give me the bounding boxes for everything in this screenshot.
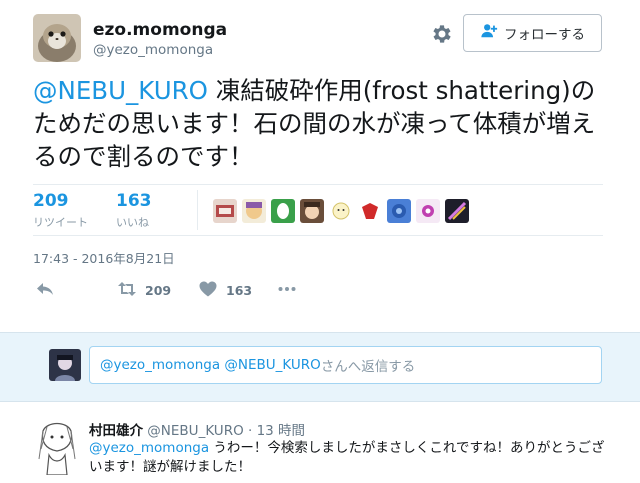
stats-separator	[197, 190, 198, 230]
gear-icon[interactable]	[430, 22, 454, 46]
liker-avatar[interactable]	[445, 199, 469, 223]
more-icon	[277, 279, 297, 302]
retweets-stat[interactable]: 209 リツイート	[33, 191, 88, 230]
avatar[interactable]	[33, 419, 81, 475]
likes-label: いいね	[116, 216, 149, 229]
retweets-count: 209	[33, 191, 69, 211]
username[interactable]: @yezo_momonga	[93, 42, 213, 58]
timestamp[interactable]: 17:43 - 2016年8月21日	[33, 248, 175, 267]
liker-avatar[interactable]	[271, 199, 295, 223]
retweet-button[interactable]: 209	[117, 279, 171, 302]
follow-label: フォローする	[504, 27, 585, 43]
retweets-label: リツイート	[33, 216, 88, 229]
liker-avatar[interactable]	[416, 199, 440, 223]
follow-button[interactable]: フォローする	[463, 14, 602, 52]
tweet-mention[interactable]: @NEBU_KURO	[33, 76, 208, 105]
avatar	[49, 349, 81, 381]
divider	[33, 235, 603, 236]
reply-placeholder: さんへ返信する	[320, 359, 416, 375]
liker-avatar[interactable]	[387, 199, 411, 223]
tweet-text: @NEBU_KURO 凍結破砕作用(frost shattering)のためだの…	[33, 74, 608, 173]
heart-icon	[198, 279, 218, 302]
reply-header: 村田雄介 @NEBU_KURO · 13 時間	[89, 419, 305, 439]
avatar[interactable]	[33, 14, 81, 62]
reply-icon	[35, 279, 55, 302]
liker-avatar[interactable]	[358, 199, 382, 223]
retweet-count: 209	[145, 283, 172, 298]
display-name[interactable]: ezo.momonga	[93, 20, 227, 40]
reply-button[interactable]	[35, 279, 55, 302]
reply-author-name[interactable]: 村田雄介	[89, 423, 143, 439]
reply-author-handle[interactable]: @NEBU_KURO · 13 時間	[147, 423, 305, 439]
reply-text: @yezo_momonga うわー！今検索しましたがまさしくこれですね！ありがと…	[89, 439, 614, 477]
add-user-icon	[480, 22, 498, 44]
divider	[33, 184, 603, 185]
more-button[interactable]	[277, 279, 297, 302]
liker-avatar[interactable]	[300, 199, 324, 223]
retweet-icon	[117, 279, 137, 302]
liker-avatar[interactable]	[213, 199, 237, 223]
reply-input[interactable]: @yezo_momonga @NEBU_KURO さんへ返信する	[89, 346, 602, 384]
like-count: 163	[226, 283, 253, 298]
likes-count: 163	[116, 191, 152, 211]
likes-stat[interactable]: 163 いいね	[116, 191, 152, 230]
reply-mention[interactable]: @yezo_momonga	[89, 440, 209, 456]
liker-avatar[interactable]	[329, 199, 353, 223]
like-button[interactable]: 163	[198, 279, 252, 302]
reply-mentions: @yezo_momonga @NEBU_KURO	[100, 357, 321, 373]
liker-avatar[interactable]	[242, 199, 266, 223]
